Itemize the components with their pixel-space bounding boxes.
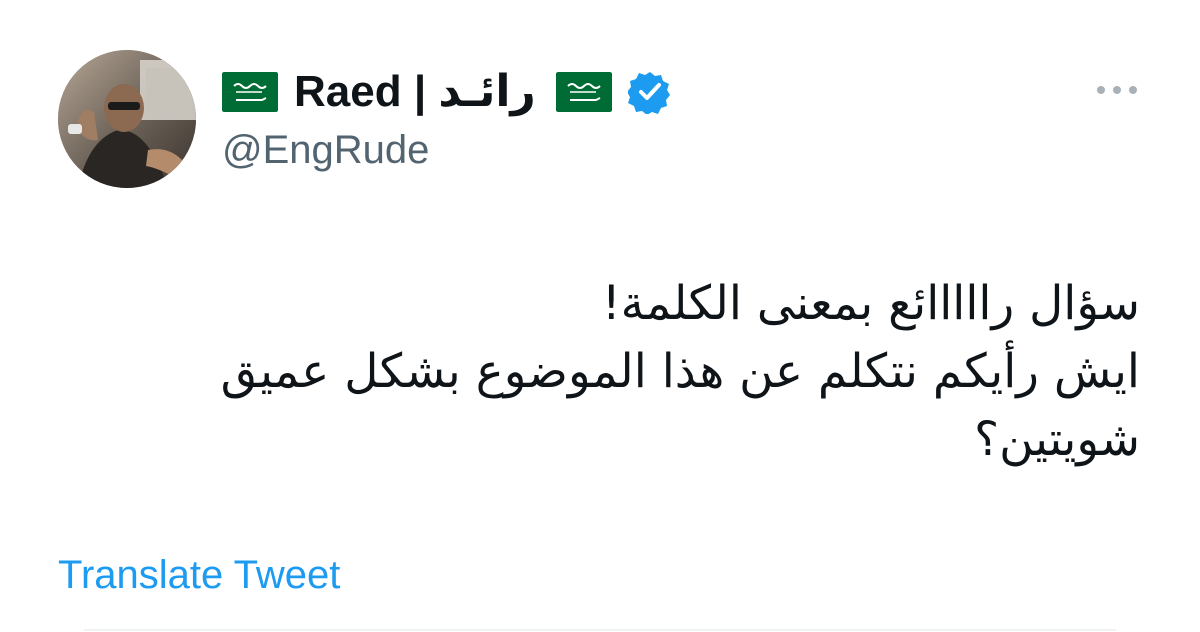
divider	[84, 629, 1116, 631]
saudi-flag-icon	[555, 72, 612, 112]
user-handle[interactable]: @EngRude	[222, 126, 672, 174]
avatar-photo	[58, 50, 196, 188]
tweet-text: سؤال رااااائع بمعنى الكلمة! ايش رأيكم نت…	[180, 270, 1140, 474]
tweet-line: شويتين؟	[974, 412, 1140, 467]
tweet-header: Raed | رائـد @EngRude	[222, 64, 672, 174]
translate-tweet-link[interactable]: Translate Tweet	[58, 550, 340, 600]
display-name[interactable]: Raed | رائـد	[294, 64, 536, 120]
saudi-flag-icon	[222, 72, 278, 112]
more-options-icon[interactable]	[1092, 80, 1142, 100]
verified-badge-icon	[627, 70, 672, 114]
avatar[interactable]	[58, 50, 196, 188]
tweet-line: سؤال رااااائع بمعنى الكلمة!	[601, 276, 1140, 331]
tweet-card: Raed | رائـد @EngRude سؤال رااااائع بمعن…	[0, 0, 1200, 632]
display-name-row[interactable]: Raed | رائـد	[222, 64, 672, 120]
tweet-line: ايش رأيكم نتكلم عن هذا الموضوع بشكل عميق	[220, 344, 1140, 399]
